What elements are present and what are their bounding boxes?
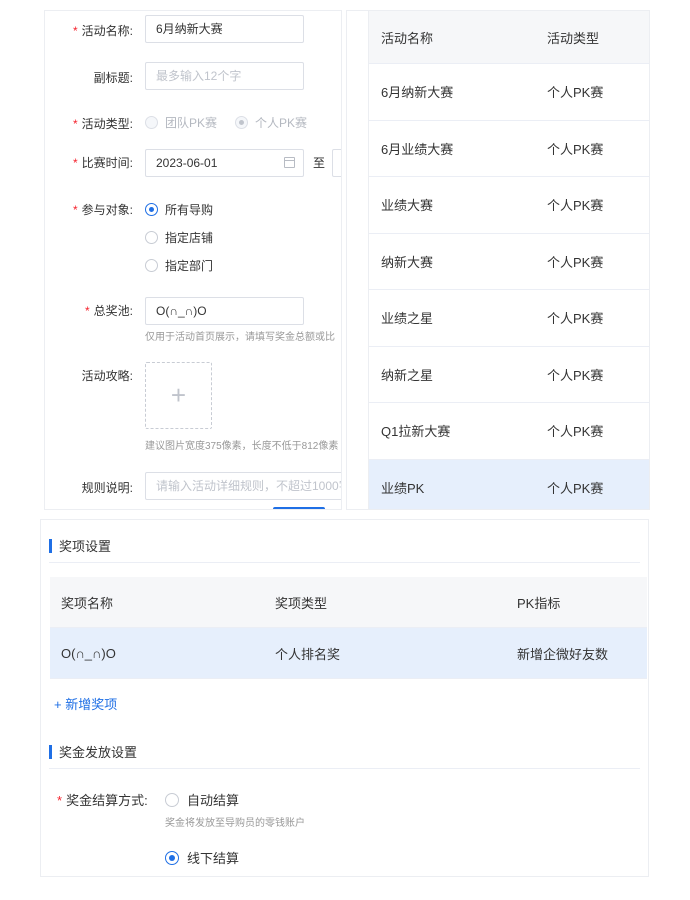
target-radio-all[interactable]: 所有导购 bbox=[145, 201, 213, 218]
prize-pool-input[interactable]: O(∩_∩)O bbox=[145, 297, 304, 325]
radio-circle-icon bbox=[145, 116, 158, 129]
column-header-name: 活动名称 bbox=[381, 30, 434, 46]
date-separator: 至 bbox=[313, 156, 326, 170]
column-header-pk-metric: PK指标 bbox=[517, 595, 561, 611]
table-row[interactable]: 6月纳新大赛 个人PK赛 bbox=[369, 64, 649, 121]
cell-activity-name: Q1拉新大赛 bbox=[381, 424, 451, 440]
cell-activity-type: 个人PK赛 bbox=[547, 424, 604, 440]
rules-textarea[interactable]: 请输入活动详细规则，不超过1000字 bbox=[145, 472, 341, 500]
activity-name-input[interactable]: 6月纳新大赛 bbox=[145, 15, 304, 43]
cell-activity-type: 个人PK赛 bbox=[547, 254, 604, 270]
table-row-selected[interactable]: 业绩PK 个人PK赛 bbox=[369, 459, 649, 509]
table-row[interactable]: Q1拉新大赛 个人PK赛 bbox=[369, 403, 649, 460]
subtitle-input[interactable]: 最多输入12个字 bbox=[145, 62, 304, 90]
column-header-prize-type: 奖项类型 bbox=[275, 595, 328, 611]
radio-checked-icon bbox=[165, 850, 179, 865]
cell-prize-type: 个人排名奖 bbox=[275, 646, 341, 662]
cell-activity-type: 个人PK赛 bbox=[547, 198, 604, 214]
payout-section-title: 奖金发放设置 bbox=[49, 742, 137, 761]
cell-activity-name: 6月业绩大赛 bbox=[381, 141, 454, 157]
cell-activity-type: 个人PK赛 bbox=[547, 367, 604, 383]
cell-activity-type: 个人PK赛 bbox=[547, 141, 604, 157]
table-row[interactable]: O(∩_∩)O 个人排名奖 新增企微好友数 bbox=[50, 628, 647, 679]
radio-circle-icon bbox=[145, 231, 158, 244]
cell-activity-name: 业绩之星 bbox=[381, 311, 434, 327]
cell-pk-metric: 新增企微好友数 bbox=[517, 646, 609, 662]
prize-section-title: 奖项设置 bbox=[49, 536, 111, 555]
name-label: * 活动名称: bbox=[72, 24, 133, 38]
guide-label: 活动攻略: bbox=[81, 369, 133, 383]
primary-button-edge[interactable] bbox=[273, 507, 325, 509]
end-date-input[interactable] bbox=[332, 149, 341, 177]
prize-settings-panel: 奖项设置 奖项名称 奖项类型 PK指标 O(∩_∩)O 个人排名奖 新增企微好友… bbox=[40, 519, 649, 877]
activity-table: 活动名称 活动类型 6月纳新大赛 个人PK赛 6月业绩大赛 个人PK赛 业绩大赛 个人… bbox=[369, 11, 649, 509]
table-header: 活动名称 活动类型 bbox=[369, 11, 649, 64]
radio-checked-icon bbox=[145, 203, 158, 216]
activity-form: * 活动名称: 6月纳新大赛 副标题: 最多输入12个字 * 活动类型: 团队PK赛… bbox=[44, 10, 342, 510]
divider bbox=[49, 562, 640, 563]
table-row[interactable]: 纳新大赛 个人PK赛 bbox=[369, 234, 649, 290]
table-header: 奖项名称 奖项类型 PK指标 bbox=[50, 577, 647, 628]
cell-activity-name: 纳新之星 bbox=[381, 367, 434, 383]
cell-prize-name: O(∩_∩)O bbox=[61, 645, 116, 661]
type-label: * 活动类型: bbox=[72, 117, 133, 131]
pool-label: * 总奖池: bbox=[84, 304, 133, 318]
cell-activity-type: 个人PK赛 bbox=[547, 480, 604, 496]
table-row[interactable]: 业绩大赛 个人PK赛 bbox=[369, 177, 649, 234]
plus-icon: + bbox=[170, 380, 187, 410]
section-marker bbox=[49, 538, 52, 553]
radio-checked-icon bbox=[235, 116, 248, 129]
add-prize-link[interactable]: + 新增奖项 bbox=[54, 694, 117, 713]
cell-activity-type: 个人PK赛 bbox=[547, 85, 604, 101]
target-label: * 参与对象: bbox=[72, 203, 133, 217]
table-row[interactable]: 纳新之星 个人PK赛 bbox=[369, 347, 649, 403]
time-label: * 比赛时间: bbox=[72, 156, 133, 170]
cell-activity-name: 6月纳新大赛 bbox=[381, 85, 454, 101]
guide-hint: 建议图片宽度375像素，长度不低于812像素 bbox=[145, 441, 339, 452]
column-header-type: 活动类型 bbox=[547, 30, 600, 46]
cell-activity-name: 业绩PK bbox=[381, 480, 425, 496]
cell-activity-type: 个人PK赛 bbox=[547, 311, 604, 327]
target-radio-store[interactable]: 指定店铺 bbox=[145, 229, 213, 246]
start-date-input[interactable]: 2023-06-01 bbox=[145, 149, 304, 177]
target-radio-dept[interactable]: 指定部门 bbox=[145, 257, 213, 274]
cell-activity-name: 业绩大赛 bbox=[381, 198, 434, 214]
section-marker bbox=[49, 744, 52, 759]
radio-circle-icon bbox=[165, 792, 179, 807]
cell-activity-name: 纳新大赛 bbox=[381, 254, 434, 270]
subtitle-label: 副标题: bbox=[93, 71, 133, 85]
rules-label: 规则说明: bbox=[81, 481, 133, 495]
image-upload-button[interactable]: + bbox=[145, 362, 212, 429]
divider bbox=[49, 768, 640, 769]
list-gutter bbox=[347, 11, 369, 509]
type-radio-team[interactable]: 团队PK赛 bbox=[145, 114, 217, 131]
settle-radio-auto[interactable]: 自动结算 bbox=[165, 790, 239, 809]
prize-table: 奖项名称 奖项类型 PK指标 O(∩_∩)O 个人排名奖 新增企微好友数 bbox=[50, 577, 647, 679]
table-row[interactable]: 业绩之星 个人PK赛 bbox=[369, 290, 649, 347]
calendar-icon bbox=[284, 157, 295, 168]
column-header-prize-name: 奖项名称 bbox=[61, 595, 114, 611]
pool-hint: 仅用于活动首页展示，请填写奖金总额或比 bbox=[145, 332, 335, 343]
settle-radio-offline[interactable]: 线下结算 bbox=[165, 848, 239, 867]
radio-circle-icon bbox=[145, 259, 158, 272]
type-radio-personal[interactable]: 个人PK赛 bbox=[235, 114, 307, 131]
activity-list-panel: 活动名称 活动类型 6月纳新大赛 个人PK赛 6月业绩大赛 个人PK赛 业绩大赛 个人… bbox=[346, 10, 650, 510]
settlement-method-label: * 奖金结算方式: bbox=[57, 793, 148, 808]
auto-settle-hint: 奖金将发放至导购员的零钱账户 bbox=[165, 818, 305, 829]
table-row[interactable]: 6月业绩大赛 个人PK赛 bbox=[369, 121, 649, 177]
